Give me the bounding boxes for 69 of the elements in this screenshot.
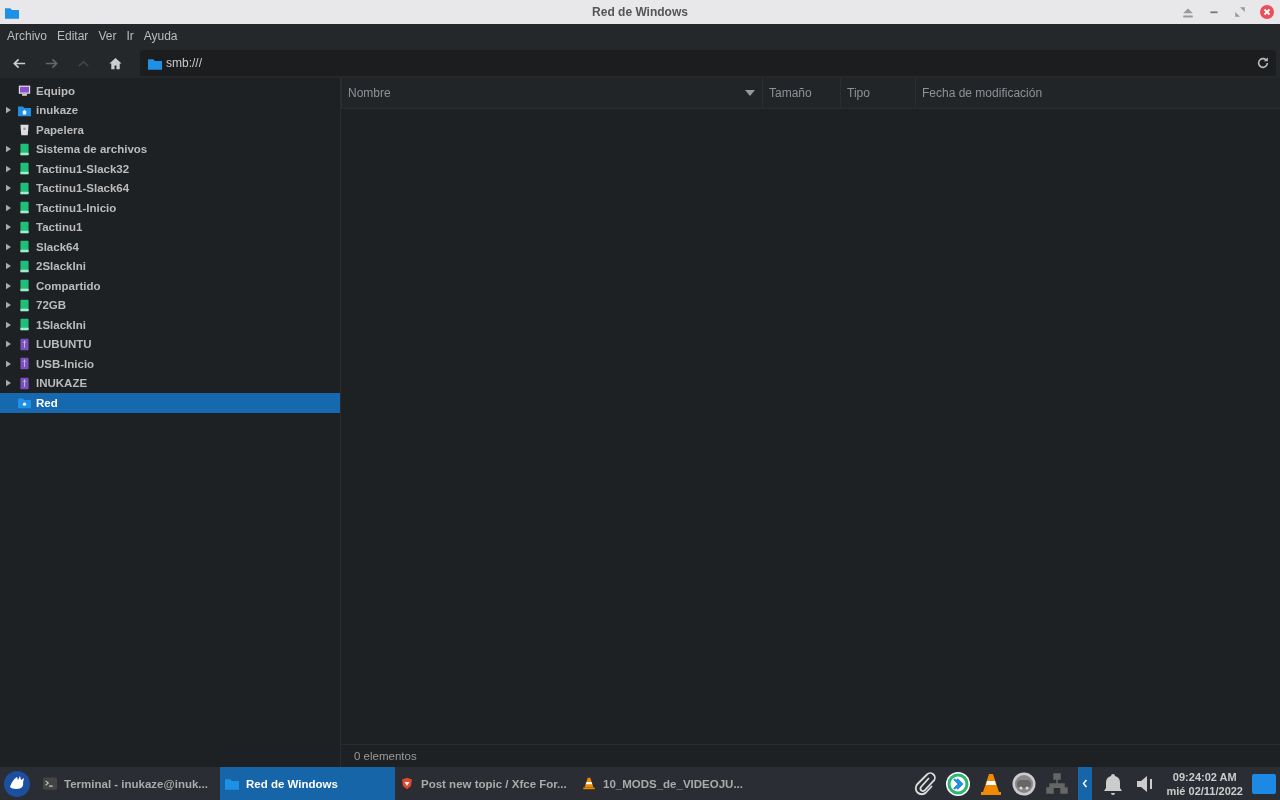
clock[interactable]: 09:24:02 AM mié 02/11/2022: [1166, 769, 1243, 798]
column-header[interactable]: Tipo: [840, 78, 915, 108]
shield-icon: [400, 777, 414, 790]
trash-icon: [18, 123, 31, 137]
terminal-icon: [43, 777, 57, 790]
sidebar-item[interactable]: Compartido: [0, 276, 340, 296]
home-folder-icon: [18, 103, 31, 117]
mouse-logo-icon[interactable]: [4, 770, 30, 797]
usb-drive-icon: [18, 376, 31, 390]
usb-drive-icon: [18, 337, 31, 351]
drive-icon: [18, 298, 31, 312]
column-header[interactable]: Tamaño: [762, 78, 840, 108]
drive-icon: [18, 142, 31, 156]
network-folder-icon: [18, 396, 31, 410]
sidebar-item[interactable]: INUKAZE: [0, 373, 340, 393]
drive-icon: [18, 279, 31, 293]
sidebar-item[interactable]: 72GB: [0, 295, 340, 315]
drive-icon: [18, 259, 31, 273]
folder-icon: [148, 56, 162, 70]
column-header[interactable]: Nombre: [341, 78, 762, 108]
drive-icon: [18, 201, 31, 215]
sidebar-item[interactable]: LUBUNTU: [0, 334, 340, 354]
drive-icon: [18, 220, 31, 234]
clock-time: 09:24:02 AM: [1172, 769, 1237, 784]
traffic-cone-icon[interactable]: [978, 771, 1003, 796]
drive-icon: [18, 318, 31, 332]
sidebar-item[interactable]: Tactinu1-Slack64: [0, 178, 340, 198]
folder-icon: [5, 5, 19, 19]
sidebar-item[interactable]: Papelera: [0, 120, 340, 140]
folder-icon: [225, 777, 239, 790]
sidebar-item[interactable]: Sistema de archivos: [0, 139, 340, 159]
menu-item[interactable]: Archivo: [2, 29, 52, 43]
usb-drive-icon: [18, 357, 31, 371]
menu-item[interactable]: Editar: [52, 29, 94, 43]
menu-item[interactable]: Ir: [121, 29, 139, 43]
sidebar-item[interactable]: Tactinu1-Inicio: [0, 198, 340, 218]
drive-icon: [18, 162, 31, 176]
column-header[interactable]: Fecha de modificación: [915, 78, 1280, 108]
taskbar-button[interactable]: Red de Windows: [220, 767, 395, 800]
monitor-icon: [18, 84, 31, 98]
reload-icon[interactable]: [1256, 56, 1270, 70]
expand-tray-button[interactable]: [1077, 767, 1092, 800]
drive-icon: [18, 240, 31, 254]
sidebar-item[interactable]: Tactinu1: [0, 217, 340, 237]
taskbar-button[interactable]: 10_MODS_de_VIDEOJU...: [577, 767, 763, 800]
network-icon[interactable]: [1044, 771, 1069, 796]
clock-date: mié 02/11/2022: [1166, 783, 1243, 798]
traffic-cone-icon: [582, 777, 596, 790]
menu-item[interactable]: Ver: [93, 29, 122, 43]
sidebar-item[interactable]: Slack64: [0, 237, 340, 257]
sidebar-item[interactable]: Red: [0, 393, 340, 413]
show-desktop-button[interactable]: [1252, 773, 1276, 794]
paperclip-icon[interactable]: [912, 771, 937, 796]
drive-icon: [18, 181, 31, 195]
window-title: Red de Windows: [592, 5, 688, 19]
taskbar-button[interactable]: Post new topic / Xfce For...: [395, 767, 577, 800]
taskbar-button[interactable]: Terminal - inukaze@inuk...: [38, 767, 220, 800]
menu-item[interactable]: Ayuda: [138, 29, 183, 43]
sidebar-item[interactable]: Equipo: [0, 81, 340, 101]
robot-face-icon[interactable]: [1011, 771, 1036, 796]
sync-app-icon[interactable]: [945, 771, 970, 796]
home-button[interactable]: [108, 55, 123, 71]
sidebar-item[interactable]: 2SlackIni: [0, 256, 340, 276]
sidebar-item[interactable]: Tactinu1-Slack32: [0, 159, 340, 179]
location-field[interactable]: smb:///: [140, 50, 1276, 76]
sidebar-item[interactable]: USB-Inicio: [0, 354, 340, 374]
sidebar-item[interactable]: 1SlackIni: [0, 315, 340, 335]
sidebar-item[interactable]: inukaze: [0, 100, 340, 120]
close-button[interactable]: [1260, 5, 1274, 19]
